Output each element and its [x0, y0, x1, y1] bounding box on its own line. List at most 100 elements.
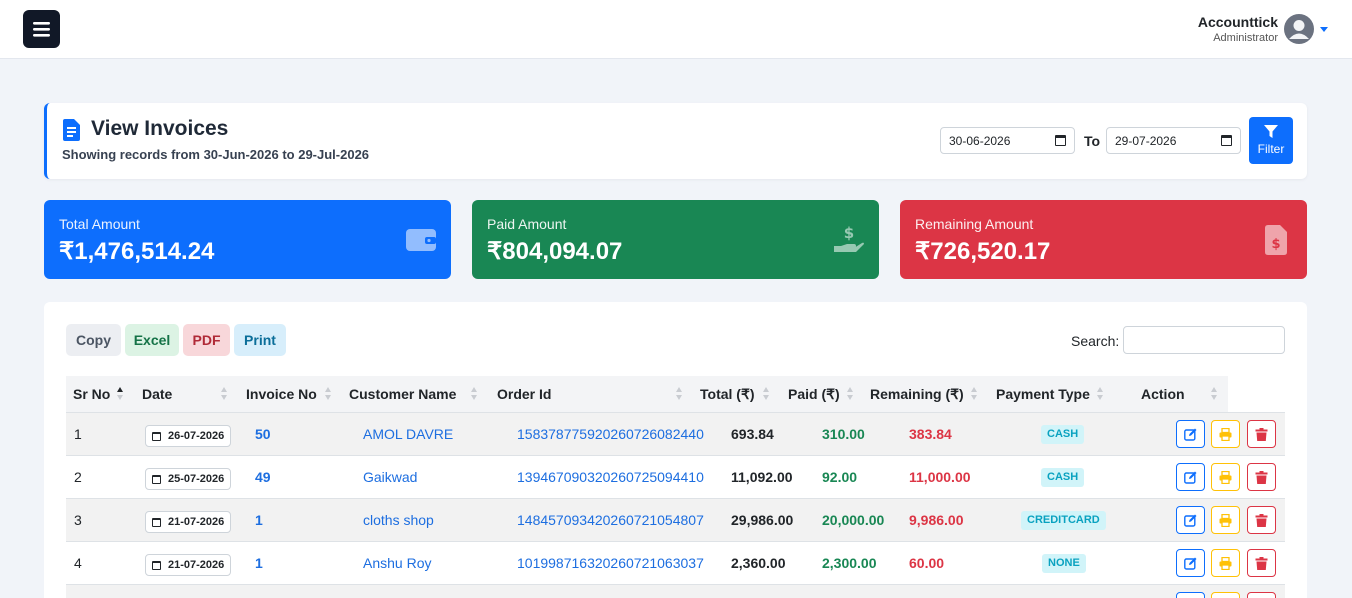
- column-header-action[interactable]: Action: [1141, 376, 1185, 412]
- top-navbar: Accounttick Administrator: [0, 0, 1352, 59]
- invoice-table-card: Copy Excel PDF Print Search: Sr No Date …: [44, 302, 1307, 598]
- print-button[interactable]: Print: [234, 324, 286, 356]
- customer-name-link[interactable]: Gaikwad: [363, 456, 417, 499]
- svg-text:$: $: [1271, 237, 1280, 252]
- order-id-link[interactable]: 101998716320260721063037: [517, 542, 704, 585]
- trash-icon: [1255, 470, 1268, 484]
- table-row: 1 26-07-2026 50 AMOL DAVRE 1583787759202…: [66, 412, 1285, 455]
- filter-button[interactable]: Filter: [1249, 117, 1293, 164]
- delete-button[interactable]: [1247, 420, 1276, 448]
- paid-amount-card: Paid Amount ₹804,094.07 $: [472, 200, 879, 279]
- excel-button[interactable]: Excel: [125, 324, 179, 356]
- paid-cell: 310.00: [822, 426, 865, 442]
- to-date-input[interactable]: 29-07-2026: [1106, 127, 1241, 154]
- remaining-cell: 60.00: [909, 555, 945, 571]
- table-header: Sr No Date Invoice No Customer Name Orde…: [66, 376, 1228, 412]
- column-header-customer-name[interactable]: Customer Name: [349, 376, 456, 412]
- invoice-no-link[interactable]: 1: [255, 542, 263, 585]
- calendar-icon: [152, 560, 161, 570]
- remaining-cell: 11,000.00: [909, 469, 971, 485]
- invoice-no-link[interactable]: 1: [255, 499, 263, 542]
- column-header-total[interactable]: Total (₹): [700, 376, 755, 412]
- user-menu[interactable]: Accounttick Administrator: [1198, 12, 1328, 46]
- sr-no-cell: 3: [74, 512, 82, 528]
- user-name: Accounttick: [1197, 13, 1278, 30]
- copy-button[interactable]: Copy: [66, 324, 121, 356]
- invoice-no-link[interactable]: 49: [255, 456, 271, 499]
- table-row: 3 21-07-2026 1 cloths shop 1484570934202…: [66, 498, 1285, 541]
- paid-amount-value: ₹804,094.07: [487, 238, 623, 265]
- edit-button[interactable]: [1176, 463, 1205, 491]
- customer-name-link[interactable]: AMOL DAVRE: [363, 413, 453, 456]
- print-invoice-button[interactable]: [1211, 506, 1240, 534]
- edit-button[interactable]: [1176, 592, 1205, 598]
- print-invoice-button[interactable]: [1211, 549, 1240, 577]
- date-badge: 26-07-2026: [145, 425, 232, 447]
- hamburger-icon: [33, 21, 50, 37]
- customer-name-link[interactable]: cloths shop: [363, 499, 434, 542]
- payment-type-badge: CREDITCARD: [1021, 511, 1106, 530]
- sort-icon: [221, 387, 228, 401]
- edit-button[interactable]: [1176, 549, 1205, 577]
- edit-icon: [1184, 557, 1197, 570]
- sr-no-cell: 1: [74, 426, 82, 442]
- sort-icon: [971, 387, 978, 401]
- total-cell: 11,092.00: [731, 469, 793, 485]
- customer-name-link[interactable]: Anshu Roy: [363, 542, 431, 585]
- column-header-date[interactable]: Date: [142, 376, 172, 412]
- calendar-icon: [152, 474, 161, 484]
- delete-button[interactable]: [1247, 592, 1276, 598]
- sort-icon: [847, 387, 854, 401]
- calendar-icon: [152, 517, 161, 527]
- order-id-link[interactable]: 158378775920260726082440: [517, 413, 704, 456]
- remaining-cell: 9,986.00: [909, 512, 964, 528]
- remaining-amount-label: Remaining Amount: [915, 216, 1034, 232]
- column-header-payment-type[interactable]: Payment Type: [996, 376, 1090, 412]
- delete-button[interactable]: [1247, 506, 1276, 534]
- calendar-icon[interactable]: [1055, 135, 1066, 146]
- edit-button[interactable]: [1176, 420, 1205, 448]
- from-date-input[interactable]: 30-06-2026: [940, 127, 1075, 154]
- edit-icon: [1184, 428, 1197, 441]
- menu-toggle-button[interactable]: [23, 10, 60, 48]
- column-header-invoice-no[interactable]: Invoice No: [246, 376, 317, 412]
- edit-button[interactable]: [1176, 506, 1205, 534]
- sr-no-cell: 2: [74, 469, 82, 485]
- column-header-sr-no[interactable]: Sr No: [73, 376, 110, 412]
- column-header-remaining[interactable]: Remaining (₹): [870, 376, 964, 412]
- sort-icon: [763, 387, 770, 401]
- calendar-icon[interactable]: [1221, 135, 1232, 146]
- pdf-button[interactable]: PDF: [183, 324, 230, 356]
- total-amount-value: ₹1,476,514.24: [59, 238, 215, 265]
- order-id-link[interactable]: 139467090320260725094410: [517, 456, 704, 499]
- delete-button[interactable]: [1247, 463, 1276, 491]
- remaining-amount-card: Remaining Amount ₹726,520.17 $: [900, 200, 1307, 279]
- column-header-order-id[interactable]: Order Id: [497, 376, 551, 412]
- invoice-file-icon: [63, 119, 80, 141]
- print-invoice-button[interactable]: [1211, 463, 1240, 491]
- total-cell: 2,360.00: [731, 555, 786, 571]
- sr-no-cell: 4: [74, 555, 82, 571]
- print-invoice-button[interactable]: [1211, 420, 1240, 448]
- date-value: 21-07-2026: [168, 559, 225, 571]
- total-cell: 29,986.00: [731, 512, 794, 528]
- date-badge: 21-07-2026: [145, 554, 232, 576]
- invoice-no-link[interactable]: 50: [255, 413, 271, 456]
- search-label: Search:: [1071, 333, 1120, 349]
- paid-cell: 20,000.00: [822, 512, 885, 528]
- search-input[interactable]: [1123, 326, 1285, 354]
- trash-icon: [1255, 513, 1268, 527]
- payment-type-badge: NONE: [1042, 554, 1086, 573]
- payment-type-badge: CASH: [1041, 425, 1085, 444]
- from-date-value: 30-06-2026: [949, 133, 1011, 148]
- total-amount-card: Total Amount ₹1,476,514.24: [44, 200, 451, 279]
- to-label: To: [1084, 133, 1101, 149]
- order-id-link[interactable]: 148457093420260721054807: [517, 499, 704, 542]
- filter-button-label: Filter: [1257, 142, 1285, 156]
- trash-icon: [1255, 427, 1268, 441]
- column-header-paid[interactable]: Paid (₹): [788, 376, 840, 412]
- print-invoice-button[interactable]: [1211, 592, 1240, 598]
- delete-button[interactable]: [1247, 549, 1276, 577]
- to-date-value: 29-07-2026: [1115, 133, 1177, 148]
- sort-icon: [1211, 387, 1218, 401]
